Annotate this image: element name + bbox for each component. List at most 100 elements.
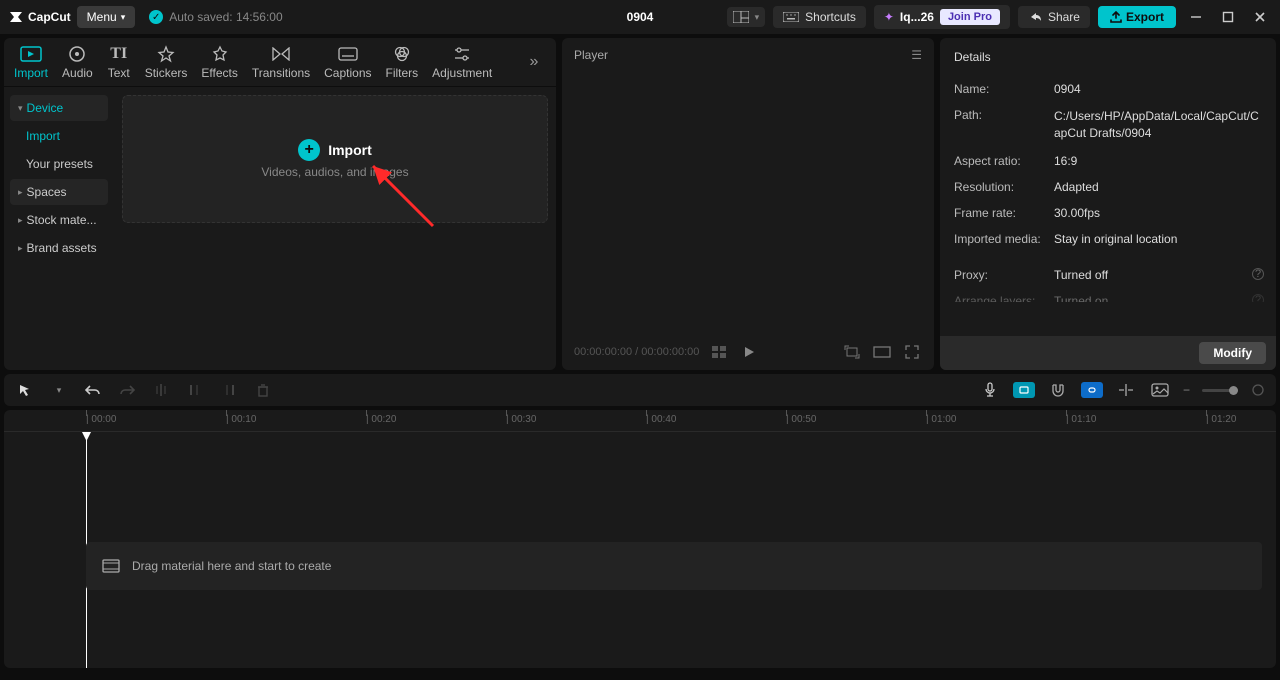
sidebar-item-presets[interactable]: Your presets: [10, 151, 108, 177]
tab-transitions[interactable]: Transitions: [252, 44, 310, 86]
ruler-mark: | 00:20: [366, 414, 396, 425]
ruler-mark: | 01:00: [926, 414, 956, 425]
caret-right-icon: ▸: [18, 187, 23, 198]
player-grid-icon[interactable]: [709, 342, 729, 362]
player-panel: Player ☰ 00:00:00:00 / 00:00:00:00: [562, 38, 934, 370]
maximize-button[interactable]: [1216, 5, 1240, 29]
stickers-icon: [154, 44, 178, 64]
trim-right-button[interactable]: [218, 379, 240, 401]
app-logo: CapCut: [8, 9, 71, 25]
tab-captions[interactable]: Captions: [324, 44, 371, 86]
ruler-mark: | 01:10: [1066, 414, 1096, 425]
adjustment-icon: [450, 44, 474, 64]
fullscreen-icon[interactable]: [902, 342, 922, 362]
player-ratio-icon[interactable]: [872, 342, 892, 362]
main-row: Import Audio TI Text Stickers Effects Tr…: [0, 34, 1280, 374]
join-pro-badge[interactable]: Join Pro: [940, 9, 1000, 25]
captions-icon: [336, 44, 360, 64]
modify-button[interactable]: Modify: [1199, 342, 1266, 364]
media-panel: Import Audio TI Text Stickers Effects Tr…: [4, 38, 556, 370]
magnet-button[interactable]: [1047, 379, 1069, 401]
ruler-mark: | 01:20: [1206, 414, 1236, 425]
details-footer: Modify: [940, 336, 1276, 370]
ruler-mark: | 00:40: [646, 414, 676, 425]
share-icon: [1028, 10, 1042, 24]
close-button[interactable]: [1248, 5, 1272, 29]
ruler-mark: | 00:10: [226, 414, 256, 425]
sidebar-item-brand[interactable]: ▸Brand assets: [10, 235, 108, 261]
filters-icon: [390, 44, 414, 64]
title-bar: CapCut Menu ▾ ✓ Auto saved: 14:56:00 090…: [0, 0, 1280, 34]
redo-button[interactable]: [116, 379, 138, 401]
tab-effects[interactable]: Effects: [201, 44, 237, 86]
shortcuts-button[interactable]: Shortcuts: [773, 6, 866, 28]
caret-down-icon: ▾: [18, 103, 23, 114]
undo-button[interactable]: [82, 379, 104, 401]
record-mic-button[interactable]: [979, 379, 1001, 401]
detail-row-fps: Frame rate:30.00fps: [940, 200, 1276, 226]
player-menu-icon[interactable]: ☰: [911, 48, 922, 62]
player-timecode: 00:00:00:00 / 00:00:00:00: [574, 346, 699, 358]
tab-audio[interactable]: Audio: [62, 44, 93, 86]
trim-left-button[interactable]: [184, 379, 206, 401]
import-subtext: Videos, audios, and images: [261, 165, 408, 179]
delete-button[interactable]: [252, 379, 274, 401]
track-area[interactable]: Drag material here and start to create: [4, 432, 1276, 668]
media-sidebar: ▾Device Import Your presets ▸Spaces ▸Sto…: [4, 87, 114, 370]
tab-text[interactable]: TI Text: [107, 44, 131, 86]
transitions-icon: [269, 44, 293, 64]
pointer-tool[interactable]: [14, 379, 36, 401]
player-scale-icon[interactable]: [842, 342, 862, 362]
tab-stickers[interactable]: Stickers: [145, 44, 188, 86]
caret-right-icon: ▸: [18, 215, 23, 226]
tab-adjustment[interactable]: Adjustment: [432, 44, 492, 86]
import-area: + Import Videos, audios, and images: [114, 87, 556, 370]
plus-circle-icon: +: [298, 139, 320, 161]
zoom-fit-button[interactable]: [1250, 379, 1266, 401]
menu-button[interactable]: Menu ▾: [77, 6, 136, 28]
cover-button[interactable]: [1149, 379, 1171, 401]
export-button[interactable]: Export: [1098, 6, 1176, 28]
split-button[interactable]: [150, 379, 172, 401]
app-name: CapCut: [28, 10, 71, 24]
user-chip[interactable]: ✦ Iq...26 Join Pro: [874, 5, 1010, 29]
tab-filters[interactable]: Filters: [386, 44, 419, 86]
import-label: Import: [328, 142, 372, 158]
share-button[interactable]: Share: [1018, 6, 1090, 28]
help-icon[interactable]: ?: [1252, 268, 1264, 280]
sidebar-item-spaces[interactable]: ▸Spaces: [10, 179, 108, 205]
player-title: Player: [574, 48, 608, 62]
ruler-mark: | 00:00: [86, 414, 116, 425]
chevron-down-icon: ▾: [121, 12, 126, 23]
preview-axis-button[interactable]: [1115, 379, 1137, 401]
sidebar-item-import[interactable]: Import: [10, 123, 108, 149]
layout-button[interactable]: ▾: [727, 7, 766, 27]
tab-import[interactable]: Import: [14, 44, 48, 86]
detail-row-aspect: Aspect ratio:16:9: [940, 148, 1276, 174]
ruler-mark: | 00:50: [786, 414, 816, 425]
timeline-drop-hint[interactable]: Drag material here and start to create: [86, 542, 1262, 590]
sidebar-item-stock[interactable]: ▸Stock mate...: [10, 207, 108, 233]
track-toggle-link[interactable]: [1081, 382, 1103, 398]
zoom-slider[interactable]: [1202, 389, 1238, 392]
details-title: Details: [940, 38, 1276, 76]
layout-icon: [733, 11, 749, 23]
track-toggle-main[interactable]: [1013, 382, 1035, 398]
timeline-ruler[interactable]: | 00:00| 00:10| 00:20| 00:30| 00:40| 00:…: [4, 410, 1276, 432]
player-controls: 00:00:00:00 / 00:00:00:00: [574, 342, 922, 362]
effects-icon: [208, 44, 232, 64]
detail-row-resolution: Resolution:Adapted: [940, 174, 1276, 200]
import-dropzone[interactable]: + Import Videos, audios, and images: [122, 95, 548, 223]
audio-icon: [65, 44, 89, 64]
zoom-out-icon[interactable]: −: [1183, 383, 1190, 397]
sidebar-item-device[interactable]: ▾Device: [10, 95, 108, 121]
detail-row-path: Path:C:/Users/HP/AppData/Local/CapCut/Ca…: [940, 102, 1276, 148]
help-icon[interactable]: ?: [1252, 294, 1264, 302]
capcut-logo-icon: [8, 9, 24, 25]
minimize-button[interactable]: [1184, 5, 1208, 29]
play-button[interactable]: [739, 342, 759, 362]
tabs-expand-button[interactable]: »: [522, 53, 546, 77]
keyboard-icon: [783, 12, 799, 22]
detail-row-proxy: Proxy:Turned off?: [940, 262, 1276, 288]
tool-dropdown-icon[interactable]: ▾: [48, 379, 70, 401]
